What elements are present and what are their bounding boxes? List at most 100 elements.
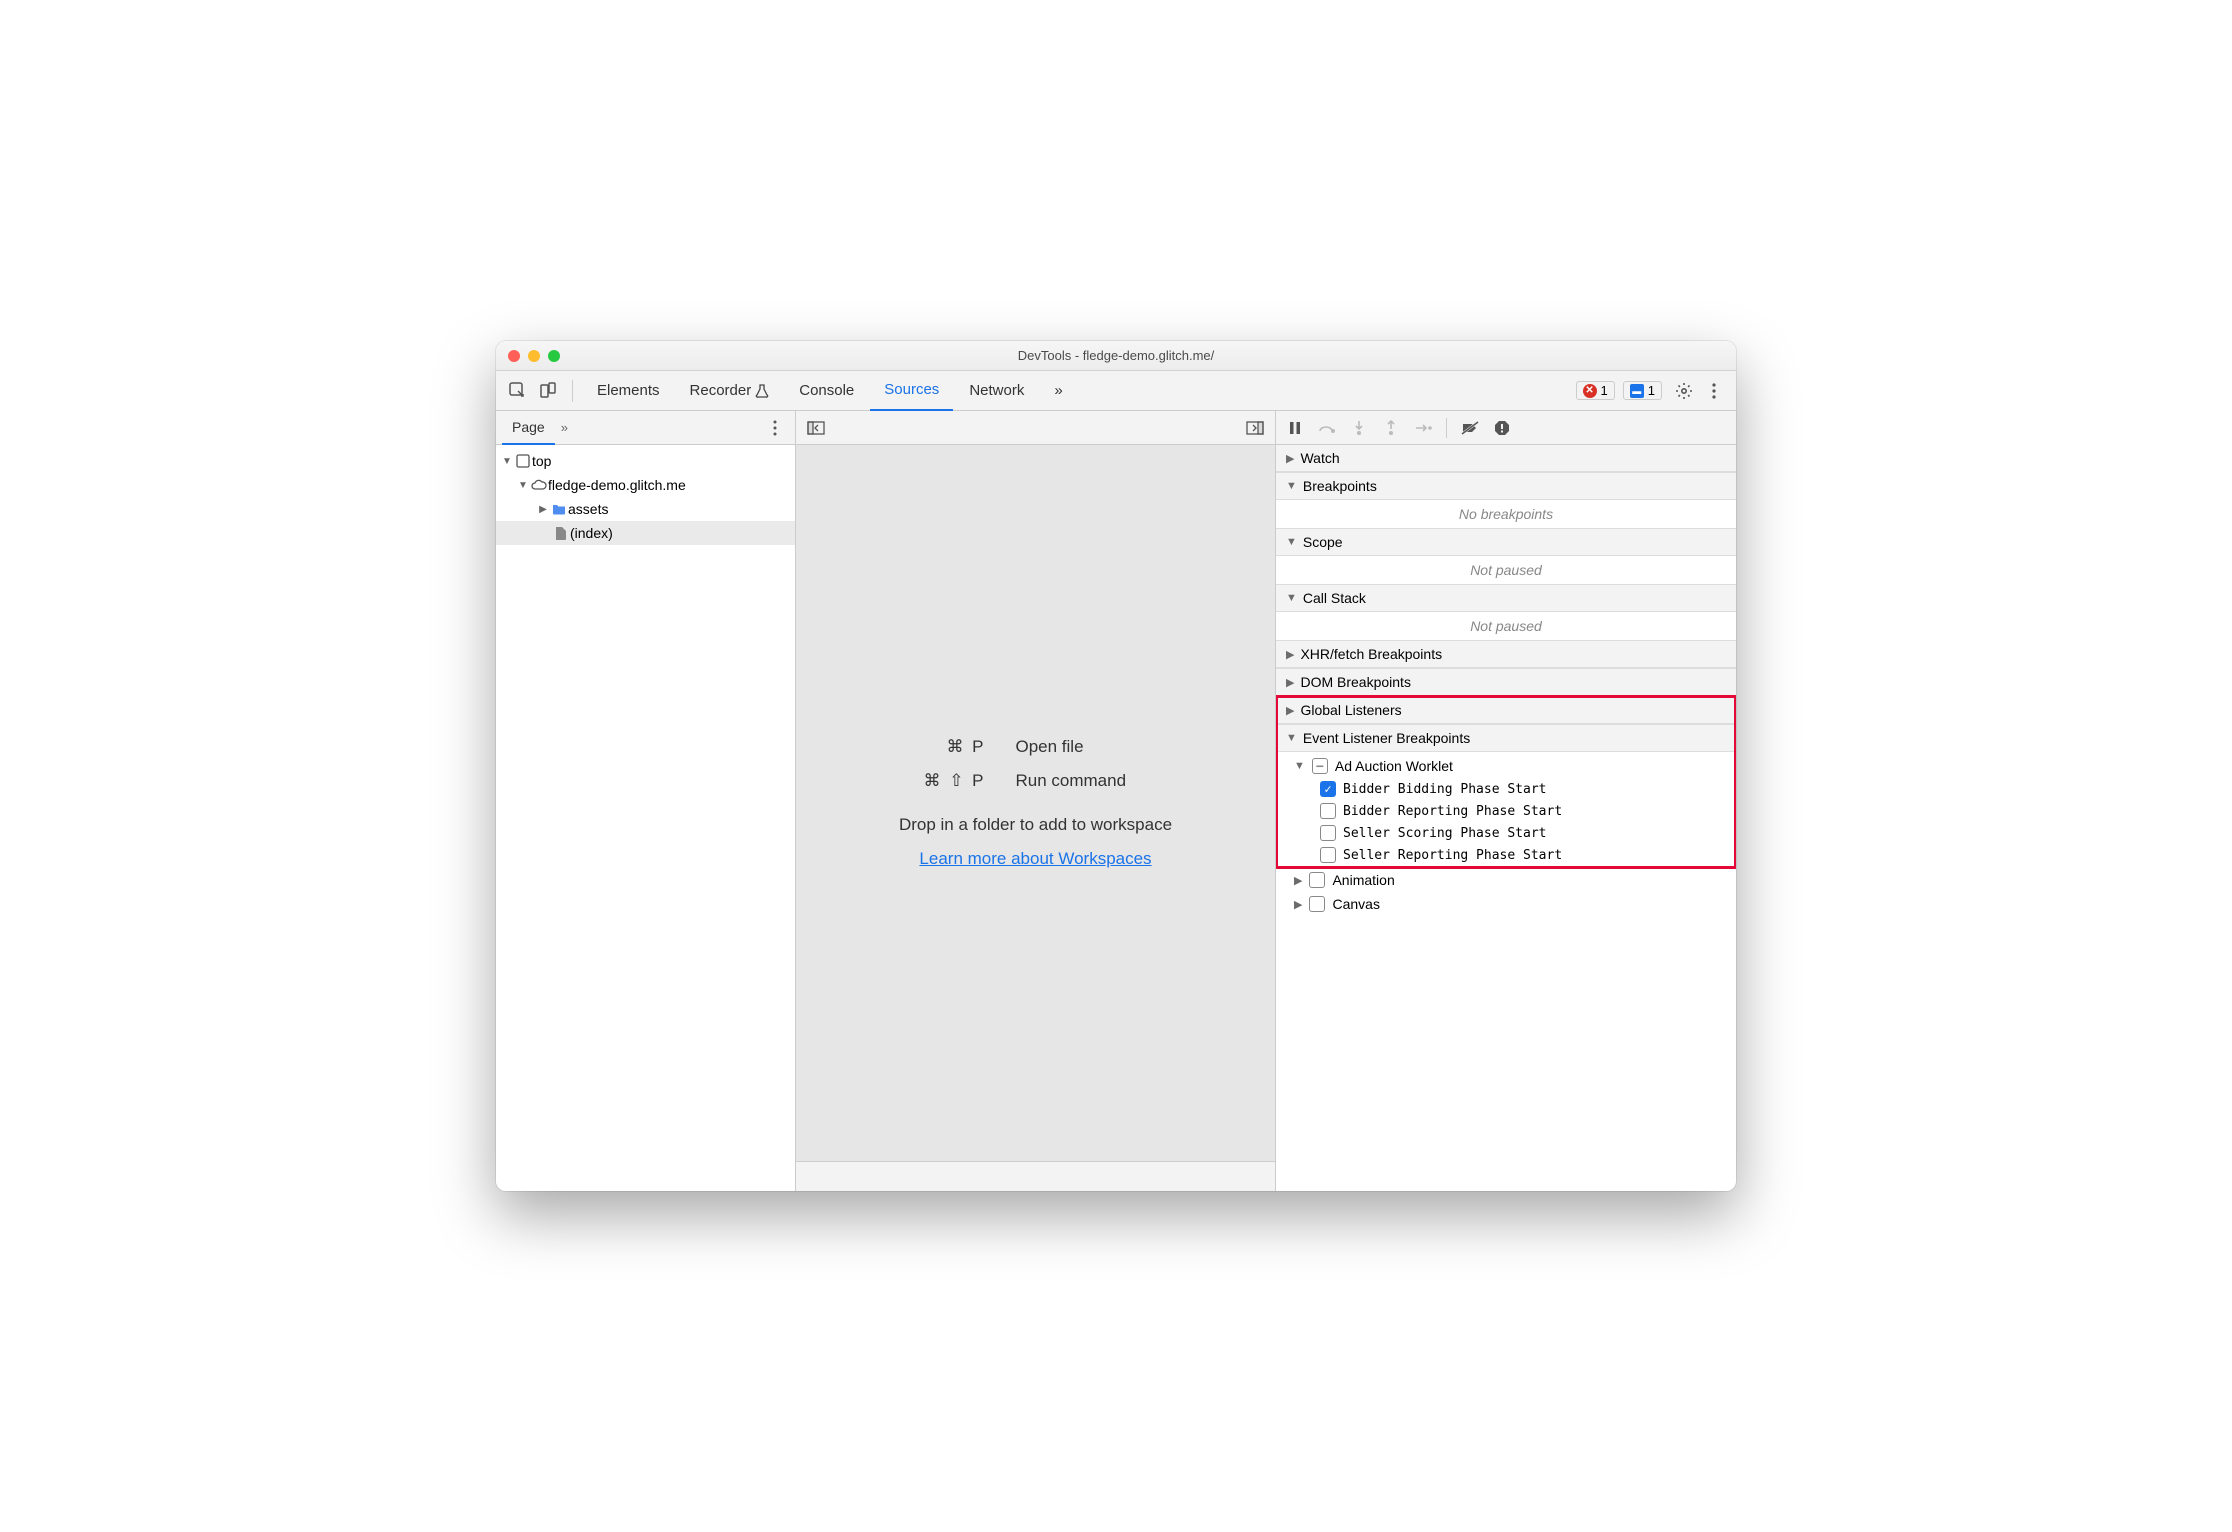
global-listeners-section[interactable]: ▶Global Listeners	[1276, 696, 1736, 724]
collapse-icon: ▶	[1294, 898, 1302, 911]
window-titlebar: DevTools - fledge-demo.glitch.me/	[496, 341, 1736, 371]
category-label: Ad Auction Worklet	[1335, 758, 1453, 774]
expand-icon: ▼	[1286, 732, 1297, 744]
show-navigator-icon[interactable]	[802, 414, 830, 442]
editor-footer	[796, 1161, 1275, 1191]
tree-folder-label: assets	[568, 501, 608, 517]
collapse-icon: ▶	[1286, 648, 1294, 661]
event-seller-reporting[interactable]: Seller Reporting Phase Start	[1276, 844, 1736, 866]
category-label: Animation	[1332, 872, 1394, 888]
scope-empty: Not paused	[1276, 556, 1736, 584]
scope-label: Scope	[1303, 534, 1343, 550]
tree-domain[interactable]: ▼ fledge-demo.glitch.me	[496, 473, 795, 497]
navigator-subbar: Page »	[496, 411, 795, 445]
checkbox-unchecked[interactable]	[1320, 825, 1336, 841]
category-animation[interactable]: ▶ Animation	[1276, 868, 1736, 892]
event-listener-breakpoints-section[interactable]: ▼ Event Listener Breakpoints	[1276, 724, 1736, 752]
callstack-section[interactable]: ▼Call Stack	[1276, 584, 1736, 612]
settings-icon[interactable]	[1670, 377, 1698, 405]
event-label: Seller Scoring Phase Start	[1343, 826, 1547, 841]
tabs-overflow[interactable]: »	[1040, 371, 1076, 411]
close-window-button[interactable]	[508, 350, 520, 362]
editor-placeholder: ⌘ P Open file ⌘ ⇧ P Run command Drop in …	[796, 445, 1275, 1161]
separator	[572, 380, 573, 402]
tree-top-label: top	[532, 453, 551, 469]
checkbox-unchecked[interactable]	[1309, 896, 1325, 912]
event-label: Seller Reporting Phase Start	[1343, 848, 1562, 863]
global-listeners-label: Global Listeners	[1300, 702, 1401, 718]
tab-console[interactable]: Console	[785, 371, 868, 411]
elbp-label: Event Listener Breakpoints	[1303, 730, 1470, 746]
event-label: Bidder Bidding Phase Start	[1343, 782, 1547, 797]
document-icon	[552, 526, 570, 540]
devtools-window: DevTools - fledge-demo.glitch.me/ Elemen…	[496, 341, 1736, 1191]
tab-sources[interactable]: Sources	[870, 371, 953, 411]
tree-top[interactable]: ▼ top	[496, 449, 795, 473]
workspace-drop-hint: Drop in a folder to add to workspace	[899, 815, 1172, 835]
debugger-panel: ▶Watch ▼Breakpoints No breakpoints ▼Scop…	[1276, 411, 1736, 1191]
navigator-overflow[interactable]: »	[561, 420, 568, 435]
expand-icon: ▼	[516, 480, 530, 491]
show-debugger-icon[interactable]	[1241, 414, 1269, 442]
expand-icon: ▼	[1286, 592, 1297, 604]
event-bidder-reporting[interactable]: Bidder Reporting Phase Start	[1276, 800, 1736, 822]
tree-file-index[interactable]: (index)	[496, 521, 795, 545]
expand-icon: ▼	[1294, 760, 1305, 772]
tab-network[interactable]: Network	[955, 371, 1038, 411]
event-bidder-bidding[interactable]: ✓ Bidder Bidding Phase Start	[1276, 778, 1736, 800]
tree-folder[interactable]: ▶ assets	[496, 497, 795, 521]
scope-section[interactable]: ▼ Scope	[1276, 528, 1736, 556]
folder-icon	[550, 503, 568, 515]
learn-workspaces-link[interactable]: Learn more about Workspaces	[919, 849, 1151, 869]
category-canvas[interactable]: ▶ Canvas	[1276, 892, 1736, 916]
collapse-icon: ▶	[1286, 452, 1294, 465]
highlighted-region: ▶Global Listeners ▼ Event Listener Breakp…	[1276, 696, 1736, 868]
navigator-panel: Page » ▼ top ▼ fledge-demo.glitch.me	[496, 411, 796, 1191]
checkbox-unchecked[interactable]	[1309, 872, 1325, 888]
deactivate-breakpoints-icon[interactable]	[1457, 415, 1483, 441]
editor-panel: ⌘ P Open file ⌘ ⇧ P Run command Drop in …	[796, 411, 1276, 1191]
breakpoints-label: Breakpoints	[1303, 478, 1377, 494]
debugger-panes: ▶Watch ▼Breakpoints No breakpoints ▼Scop…	[1276, 445, 1736, 1191]
step-over-icon[interactable]	[1314, 415, 1340, 441]
xhr-breakpoints-section[interactable]: ▶XHR/fetch Breakpoints	[1276, 640, 1736, 668]
step-icon[interactable]	[1410, 415, 1436, 441]
dom-breakpoints-section[interactable]: ▶DOM Breakpoints	[1276, 668, 1736, 696]
elbp-body: ▼ − Ad Auction Worklet ✓ Bidder Bidding …	[1276, 752, 1736, 868]
category-label: Canvas	[1332, 896, 1379, 912]
category-ad-auction[interactable]: ▼ − Ad Auction Worklet	[1276, 754, 1736, 778]
pause-icon[interactable]	[1282, 415, 1308, 441]
tab-recorder[interactable]: Recorder	[676, 371, 784, 411]
minimize-window-button[interactable]	[528, 350, 540, 362]
tab-elements[interactable]: Elements	[583, 371, 674, 411]
debugger-toolbar	[1276, 411, 1736, 445]
shortcut-openfile-label: Open file	[1016, 737, 1216, 757]
checkbox-unchecked[interactable]	[1320, 803, 1336, 819]
watch-section[interactable]: ▶Watch	[1276, 445, 1736, 472]
errors-badge[interactable]: ✕ 1	[1576, 381, 1615, 400]
checkbox-mixed[interactable]: −	[1312, 758, 1328, 774]
shortcut-runcmd-key: ⌘ ⇧ P	[856, 771, 986, 791]
checkbox-checked[interactable]: ✓	[1320, 781, 1336, 797]
event-seller-scoring[interactable]: Seller Scoring Phase Start	[1276, 822, 1736, 844]
step-into-icon[interactable]	[1346, 415, 1372, 441]
expand-icon: ▼	[1286, 480, 1297, 492]
shortcut-openfile-key: ⌘ P	[856, 737, 986, 757]
more-menu-icon[interactable]	[1700, 377, 1728, 405]
device-toolbar-icon[interactable]	[534, 377, 562, 405]
zoom-window-button[interactable]	[548, 350, 560, 362]
inspect-element-icon[interactable]	[504, 377, 532, 405]
cloud-icon	[530, 479, 548, 491]
issues-count: 1	[1648, 383, 1655, 398]
checkbox-unchecked[interactable]	[1320, 847, 1336, 863]
page-subtab[interactable]: Page	[502, 411, 555, 445]
pause-exceptions-icon[interactable]	[1489, 415, 1515, 441]
shortcut-runcmd-label: Run command	[1016, 771, 1216, 791]
step-out-icon[interactable]	[1378, 415, 1404, 441]
navigator-more-icon[interactable]	[761, 414, 789, 442]
main-tab-strip: Elements Recorder Console Sources Networ…	[496, 371, 1736, 411]
issues-badge[interactable]: ▬ 1	[1623, 381, 1662, 400]
expand-icon: ▼	[1286, 536, 1297, 548]
breakpoints-section[interactable]: ▼ Breakpoints	[1276, 472, 1736, 500]
errors-count: 1	[1601, 383, 1608, 398]
